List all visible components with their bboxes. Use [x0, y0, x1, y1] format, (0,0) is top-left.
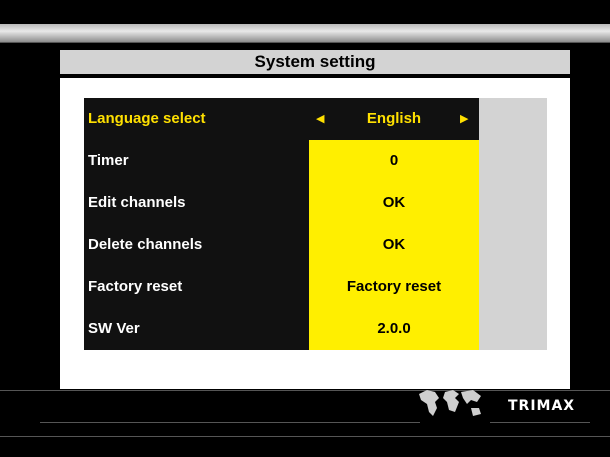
menu-label: Language select — [88, 110, 206, 127]
side-scroll-area — [479, 98, 547, 350]
page-title: System setting — [254, 52, 376, 71]
menu-label: Factory reset — [88, 278, 183, 295]
menu-label: SW Ver — [88, 320, 140, 337]
footer-line-bottom — [0, 436, 610, 437]
world-map-icon — [419, 390, 481, 416]
top-bezel — [0, 24, 610, 43]
menu-value: English — [366, 110, 422, 127]
menu-label: Timer — [88, 152, 129, 169]
menu-row-factory-reset[interactable]: Factory reset Factory reset — [84, 266, 479, 308]
menu-row-delete-channels[interactable]: Delete channels OK — [84, 224, 479, 266]
menu-row-sw-ver[interactable]: SW Ver 2.0.0 — [84, 308, 479, 350]
menu-value: Factory reset — [346, 278, 442, 295]
menu-value: 0 — [389, 152, 399, 169]
menu-row-edit-channels[interactable]: Edit channels OK — [84, 182, 479, 224]
settings-menu: Language select ◀ English ▶ Timer 0 Edit… — [84, 98, 479, 350]
footer-line-right — [490, 422, 590, 423]
footer-divider — [0, 390, 610, 391]
menu-value: 2.0.0 — [377, 320, 411, 337]
menu-label: Edit channels — [88, 194, 186, 211]
menu-row-language-select[interactable]: Language select ◀ English ▶ — [84, 98, 479, 140]
title-bar: System setting — [60, 50, 570, 74]
triangle-right-icon[interactable]: ▶ — [460, 98, 468, 140]
footer-line-left — [40, 422, 420, 423]
menu-label: Delete channels — [88, 236, 203, 253]
menu-row-timer[interactable]: Timer 0 — [84, 140, 479, 182]
brand-logo: TRIMAX — [508, 398, 576, 414]
menu-value: OK — [382, 194, 406, 211]
menu-value: OK — [382, 236, 406, 253]
settings-panel: Language select ◀ English ▶ Timer 0 Edit… — [60, 78, 570, 389]
